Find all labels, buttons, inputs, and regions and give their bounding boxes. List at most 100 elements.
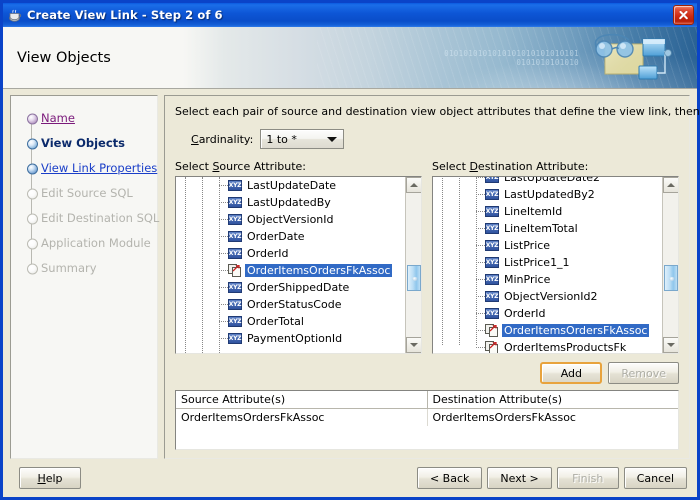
source-attribute-list[interactable]: XYZ LastUpdateDate XYZ LastUpdatedBy XYZ Ob…: [175, 176, 422, 354]
list-item[interactable]: XYZ OrderStatusCode: [176, 296, 421, 313]
list-item[interactable]: XYZ OrderShippedDate: [176, 279, 421, 296]
list-item[interactable]: XYZ LastUpdatedBy2: [433, 186, 678, 203]
cardinality-select[interactable]: 1 to *: [260, 129, 345, 149]
back-button[interactable]: < Back: [416, 467, 483, 489]
destination-attribute-list[interactable]: XYZ LastUpdateDate2 XYZ LastUpdatedBy2 XYZ…: [432, 176, 679, 354]
list-item[interactable]: XYZ LastUpdateDate: [176, 177, 421, 194]
step-bullet-icon: [27, 213, 38, 224]
source-label-post: ource Attribute:: [219, 160, 306, 173]
cardinality-label: Cardinality:: [191, 133, 253, 146]
list-item[interactable]: XYZ LastUpdateDate2: [433, 177, 678, 186]
attribute-icon: XYZ: [228, 316, 242, 327]
list-item[interactable]: XYZ ListPrice: [433, 237, 678, 254]
source-tree: XYZ LastUpdateDate XYZ LastUpdatedBy XYZ Ob…: [176, 177, 421, 353]
cancel-button[interactable]: Cancel: [623, 467, 687, 489]
title-bar: Create View Link - Step 2 of 6: [3, 3, 697, 27]
help-label-rest: elp: [45, 471, 63, 485]
list-item-selected[interactable]: OrderItemsOrdersFkAssoc: [176, 262, 421, 279]
list-item-label: LastUpdateDate: [247, 179, 337, 192]
attribute-icon: XYZ: [485, 189, 499, 200]
list-item[interactable]: XYZ PaymentOptionId: [176, 330, 421, 347]
destination-label-mnemonic: D: [469, 160, 478, 173]
help-mnemonic: H: [37, 471, 46, 485]
tree-dash: [476, 330, 485, 331]
table-row[interactable]: OrderItemsOrdersFkAssoc OrderItemsOrders…: [176, 408, 678, 426]
tree-dash: [476, 194, 485, 195]
tree-dash: [476, 245, 485, 246]
instruction-text: Select each pair of source and destinati…: [175, 105, 700, 118]
scroll-down-icon[interactable]: [406, 337, 421, 353]
attribute-lists: Select Source Attribute: XYZ LastUpdateDa…: [175, 160, 679, 354]
attribute-icon: XYZ: [228, 248, 242, 259]
sidebar-item-name[interactable]: Name: [25, 106, 157, 131]
sidebar-item-view-objects[interactable]: View Objects: [25, 131, 157, 156]
attribute-icon: XYZ: [228, 299, 242, 310]
list-item[interactable]: XYZ LineItemId: [433, 203, 678, 220]
header-banner: 0101010101010101010101010101 01010101010…: [3, 27, 697, 89]
sidebar-item-label: Name: [41, 110, 75, 125]
list-item-label: ObjectVersionId2: [504, 290, 598, 303]
tree-dash: [219, 253, 228, 254]
tree-dash: [476, 262, 485, 263]
destination-list-scrollbar[interactable]: [662, 177, 678, 353]
association-icon: [485, 324, 499, 337]
sidebar-item-view-link-properties[interactable]: View Link Properties: [25, 156, 157, 181]
column-header-destination: Destination Attribute(s): [427, 391, 678, 409]
scroll-up-icon[interactable]: [663, 177, 678, 193]
tree-dash: [476, 177, 485, 178]
list-item[interactable]: XYZ OrderTotal: [176, 313, 421, 330]
scrollbar-thumb[interactable]: [664, 265, 678, 291]
list-item[interactable]: XYZ LineItemTotal: [433, 220, 678, 237]
scrollbar-thumb[interactable]: [407, 265, 421, 291]
list-item[interactable]: XYZ MinPrice: [433, 271, 678, 288]
tree-dash: [476, 313, 485, 314]
list-item-label: LastUpdatedBy: [247, 196, 331, 209]
add-remove-button-row: Add Remove: [175, 362, 679, 384]
source-list-scrollbar[interactable]: [405, 177, 421, 353]
tree-dash: [476, 211, 485, 212]
close-icon[interactable]: [673, 5, 694, 25]
list-item-label: OrderDate: [247, 230, 305, 243]
list-item-label: LineItemId: [504, 205, 563, 218]
list-item[interactable]: OrderItemsProductsFk: [433, 339, 678, 353]
tree-dash: [219, 287, 228, 288]
footer-nav-buttons: < Back Next > Finish Cancel: [416, 467, 687, 489]
next-button[interactable]: Next >: [487, 467, 552, 489]
list-item[interactable]: XYZ ObjectVersionId: [176, 211, 421, 228]
sidebar-item-label: Summary: [41, 260, 97, 275]
list-item-label: ListPrice1_1: [504, 256, 570, 269]
main-panel: Select each pair of source and destinati…: [164, 95, 700, 459]
sidebar-item-label: Edit Source SQL: [41, 185, 133, 200]
finish-button: Finish: [556, 467, 619, 489]
attribute-icon: XYZ: [228, 180, 242, 191]
scroll-up-icon[interactable]: [406, 177, 421, 193]
list-item[interactable]: XYZ LastUpdatedBy: [176, 194, 421, 211]
list-item[interactable]: XYZ OrderId: [433, 305, 678, 322]
list-item[interactable]: XYZ OrderId: [176, 245, 421, 262]
list-item-label: ListPrice: [504, 239, 551, 252]
help-button[interactable]: Help: [19, 467, 81, 489]
cardinality-value: 1 to *: [266, 132, 297, 146]
tree-dash: [219, 219, 228, 220]
sidebar-item-summary: Summary: [25, 256, 157, 281]
list-item[interactable]: XYZ ObjectVersionId2: [433, 288, 678, 305]
list-item-selected[interactable]: OrderItemsOrdersFkAssoc: [433, 322, 678, 339]
remove-button: Remove: [608, 362, 679, 384]
list-item-label: OrderItemsOrdersFkAssoc: [245, 264, 393, 277]
list-item[interactable]: XYZ OrderDate: [176, 228, 421, 245]
tree-dash: [219, 202, 228, 203]
list-item-label: OrderId: [247, 247, 289, 260]
tree-dash: [476, 279, 485, 280]
destination-label-pre: Select: [432, 160, 470, 173]
add-button[interactable]: Add: [540, 362, 603, 384]
glasses-document-icon: [591, 31, 687, 87]
attribute-icon: XYZ: [485, 308, 499, 319]
sidebar-item-application-module: Application Module: [25, 231, 157, 256]
attribute-icon: XYZ: [485, 223, 499, 234]
cell-destination-attribute: OrderItemsOrdersFkAssoc: [427, 408, 678, 426]
list-item-label: LastUpdatedBy2: [504, 188, 595, 201]
attribute-pairs-table[interactable]: Source Attribute(s) Destination Attribut…: [175, 390, 679, 450]
scroll-down-icon[interactable]: [663, 337, 678, 353]
wizard-steps-sidebar: Name View Objects View Link Properties E…: [10, 95, 159, 459]
list-item[interactable]: XYZ ListPrice1_1: [433, 254, 678, 271]
